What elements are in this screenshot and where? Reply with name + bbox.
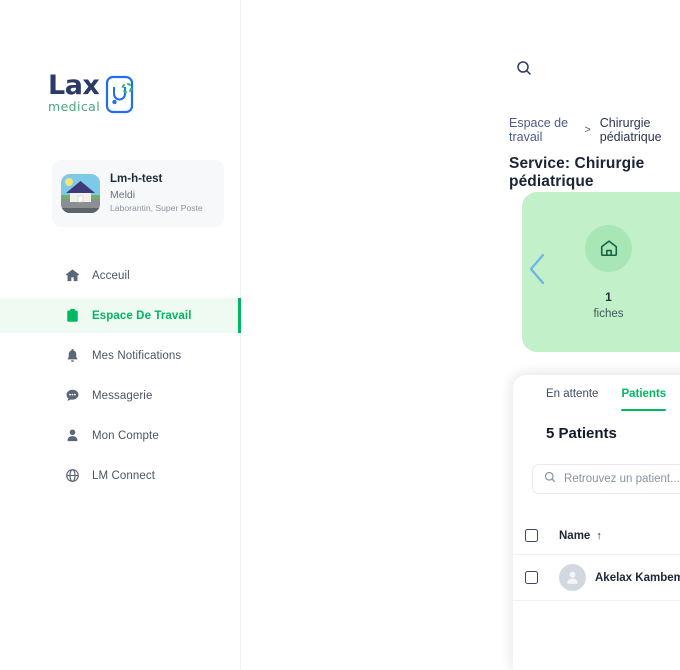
topbar [516, 60, 532, 81]
column-header-name-label: Name [559, 529, 591, 542]
column-header-name[interactable]: Name ↑ [559, 530, 680, 542]
select-all-checkbox-cell [525, 529, 559, 542]
table-header-row: Name ↑ Sex A [513, 517, 680, 555]
sidebar: Lax medical Lm-h-test Meldi Laborantin, … [0, 0, 241, 670]
patient-search-box[interactable] [532, 464, 680, 494]
sidebar-label-acceuil: Acceuil [92, 269, 130, 282]
home-icon [64, 268, 80, 284]
patients-panel: En attente Patients 1 Fiches 1 Préléveme… [513, 375, 680, 670]
logo-secondary-text: medical [48, 99, 101, 114]
home-outline-icon [585, 224, 632, 272]
row-patient-name: Akelax Kambembe Meldi [595, 571, 680, 584]
sidebar-item-messagerie[interactable]: Messagerie [0, 378, 241, 413]
person-avatar-icon [559, 564, 586, 591]
sidebar-nav: Acceuil Espace De Travail Mes Notificati… [0, 258, 241, 498]
stat-value-fiches: 1 [605, 289, 612, 304]
row-name-cell: Akelax Kambembe Meldi [559, 564, 680, 591]
sidebar-label-lm-connect: LM Connect [92, 469, 156, 482]
row-checkbox-cell [525, 571, 559, 584]
stat-label-fiches: fiches [593, 307, 624, 320]
logo-primary-text: Lax [48, 70, 100, 101]
app-logo[interactable]: Lax medical [48, 72, 135, 115]
sidebar-item-lm-connect[interactable]: LM Connect [0, 458, 241, 493]
profile-name: Lm-h-test [110, 173, 163, 186]
patients-count-heading: 5 Patients [546, 425, 617, 442]
globe-icon [64, 468, 80, 484]
select-all-checkbox[interactable] [525, 529, 538, 542]
profile-card[interactable]: Lm-h-test Meldi Laborantin, Super Poste [52, 160, 224, 227]
patients-table: Name ↑ Sex A [513, 517, 680, 601]
sidebar-label-mes-notifications: Mes Notifications [92, 349, 182, 362]
breadcrumb: Espace de travail > Chirurgie pédiatriqu… [509, 116, 680, 144]
sidebar-item-espace-de-travail[interactable]: Espace De Travail [0, 298, 241, 333]
app-root: Lax medical Lm-h-test Meldi Laborantin, … [0, 0, 680, 670]
chevron-left-icon[interactable] [527, 252, 548, 291]
clipboard-icon [64, 308, 80, 324]
bell-icon [64, 348, 80, 364]
tab-patients[interactable]: Patients [621, 388, 666, 411]
chat-bubble-icon [64, 388, 80, 404]
breadcrumb-root[interactable]: Espace de travail [509, 116, 575, 144]
breadcrumb-current: Chirurgie pédiatrique [599, 116, 662, 144]
tab-en-attente[interactable]: En attente [546, 388, 598, 411]
sidebar-label-messagerie: Messagerie [92, 389, 153, 402]
logo-wordmark: Lax medical [48, 72, 100, 114]
panel-tabs: En attente Patients 1 Fiches 1 Préléveme… [513, 375, 680, 411]
sort-ascending-icon: ↑ [596, 529, 602, 542]
profile-info: Lm-h-test Meldi Laborantin, Super Poste [110, 172, 203, 215]
page-title: Service: Chirurgie pédiatrique [509, 155, 645, 190]
search-icon[interactable] [516, 61, 532, 80]
search-input[interactable] [564, 473, 680, 485]
sidebar-item-mon-compte[interactable]: Mon Compte [0, 418, 241, 453]
sidebar-label-espace-de-travail: Espace De Travail [92, 309, 192, 322]
sidebar-item-acceuil[interactable]: Acceuil [0, 258, 241, 293]
breadcrumb-separator-icon: > [584, 124, 591, 136]
row-checkbox[interactable] [525, 571, 538, 584]
logo-stethoscope-icon [105, 75, 135, 115]
profile-role: Laborantin, Super Poste [110, 203, 203, 214]
user-icon [64, 428, 80, 444]
house-photo-avatar [61, 174, 100, 213]
search-icon [544, 470, 556, 488]
sidebar-item-mes-notifications[interactable]: Mes Notifications [0, 338, 241, 373]
table-row[interactable]: Akelax Kambembe Meldi M 1 [513, 555, 680, 601]
sidebar-label-mon-compte: Mon Compte [92, 429, 159, 442]
profile-subtitle: Meldi [110, 188, 136, 201]
main-content: Espace de travail > Chirurgie pédiatriqu… [241, 0, 680, 670]
